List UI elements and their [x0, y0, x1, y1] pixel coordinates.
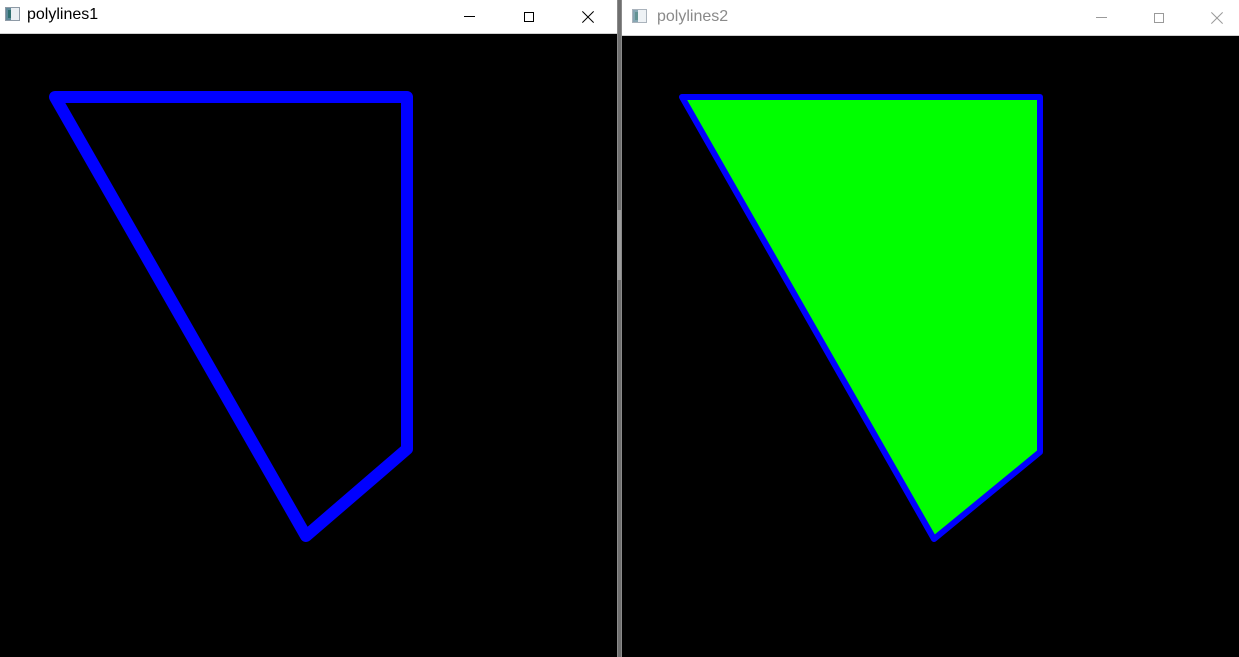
app-icon: [632, 9, 647, 23]
minimize-button[interactable]: [446, 0, 492, 33]
green-filled-polygon: [679, 94, 1043, 542]
close-button[interactable]: [1194, 0, 1239, 35]
maximize-icon: [1154, 12, 1164, 23]
maximize-button[interactable]: [1136, 0, 1182, 35]
minimize-button[interactable]: [1078, 0, 1124, 35]
close-icon: [1210, 11, 1224, 25]
minimize-icon: [1095, 17, 1107, 18]
close-icon: [581, 10, 595, 24]
title-bar[interactable]: polylines2: [622, 0, 1239, 36]
maximize-button[interactable]: [506, 0, 552, 33]
window-title: polylines1: [27, 6, 99, 23]
opencv-window-polylines1[interactable]: polylines1: [0, 0, 618, 657]
blue-polyline-outline: [49, 91, 413, 542]
app-icon: [5, 7, 20, 21]
image-canvas[interactable]: [622, 36, 1239, 657]
desktop: polylines1 polylines2: [0, 0, 1239, 657]
close-button[interactable]: [565, 0, 611, 33]
window-title: polylines2: [657, 8, 729, 25]
maximize-icon: [524, 11, 534, 22]
opencv-window-polylines2[interactable]: polylines2: [621, 0, 1239, 657]
title-bar[interactable]: polylines1: [0, 0, 617, 34]
image-canvas[interactable]: [0, 34, 617, 657]
minimize-icon: [463, 16, 475, 17]
